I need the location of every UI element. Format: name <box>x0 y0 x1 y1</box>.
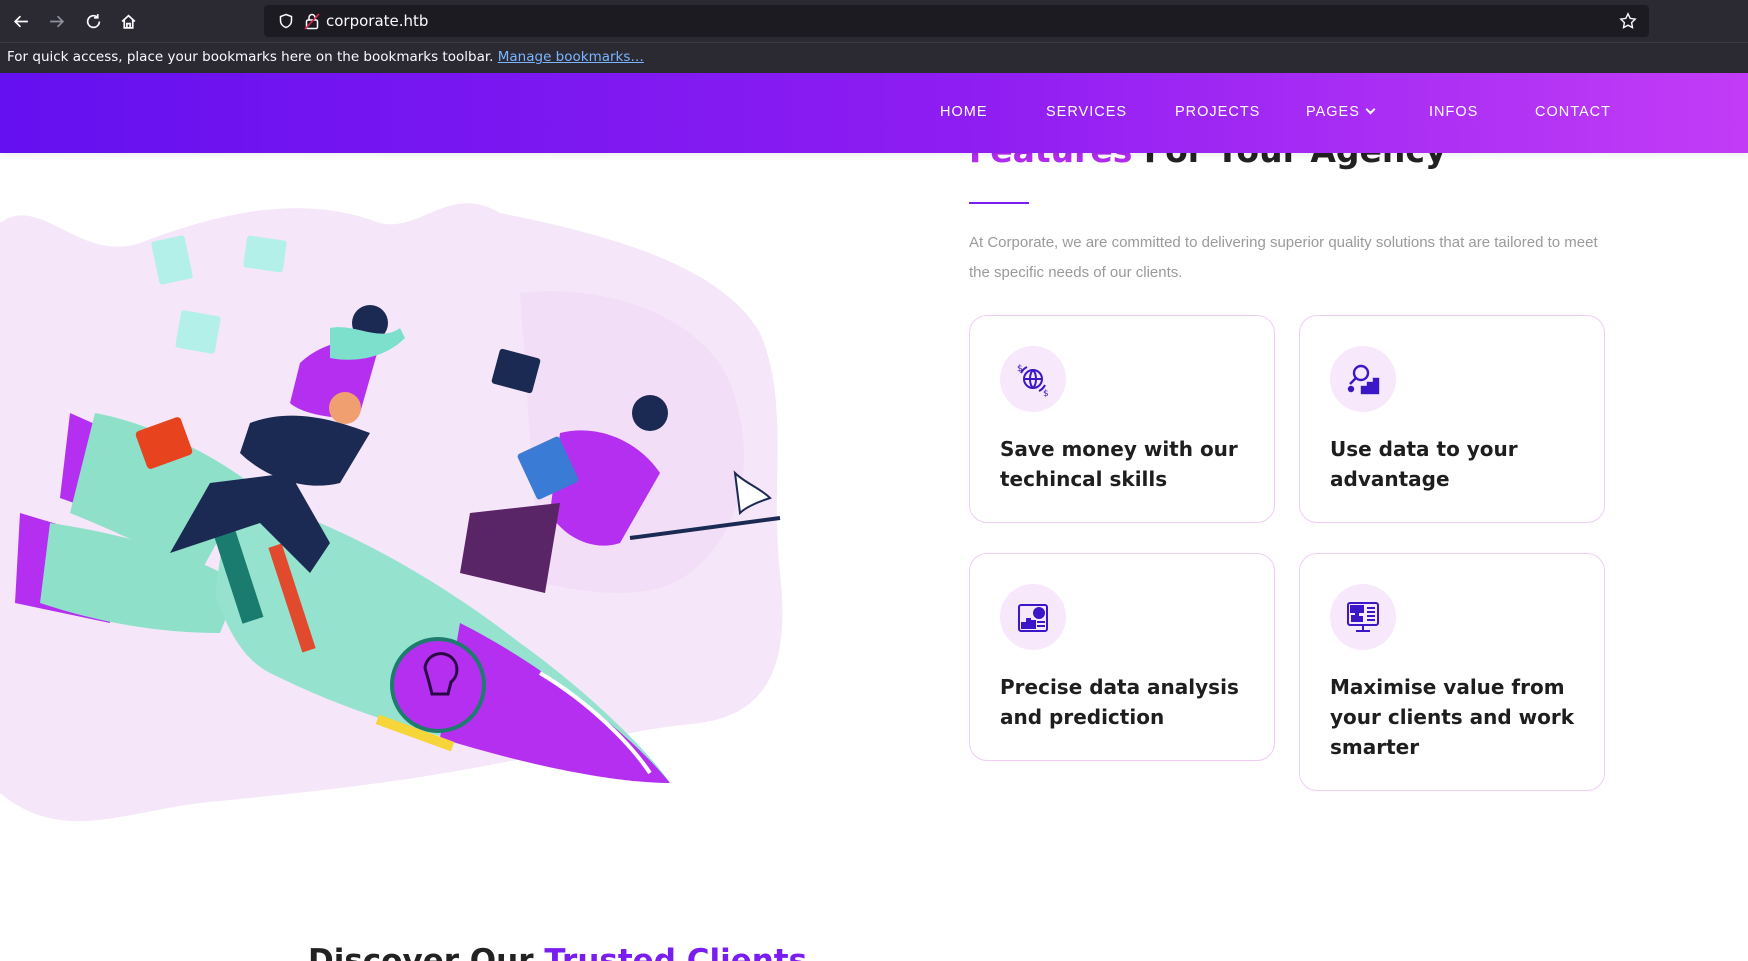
nav-pages-label: PAGES <box>1306 104 1360 120</box>
report-chart-icon <box>1000 584 1066 650</box>
manage-bookmarks-link[interactable]: Manage bookmarks… <box>498 49 644 65</box>
rocket-team-illustration <box>0 203 783 822</box>
nav-projects[interactable]: PROJECTS <box>1175 104 1260 120</box>
shield-icon[interactable] <box>278 13 294 29</box>
browser-toolbar: corporate.htb <box>0 0 1748 42</box>
back-arrow-icon[interactable] <box>8 8 34 34</box>
title-divider <box>969 202 1029 204</box>
reload-icon[interactable] <box>80 8 106 34</box>
nav-pages[interactable]: PAGES <box>1306 104 1376 120</box>
feature-card[interactable]: $ $ Save money with our techincal skills <box>969 315 1275 523</box>
nav-services[interactable]: SERVICES <box>1046 104 1127 120</box>
data-search-icon <box>1330 346 1396 412</box>
chevron-down-icon <box>1365 104 1376 115</box>
lock-icon[interactable] <box>304 12 320 30</box>
svg-text:$: $ <box>1017 364 1023 374</box>
feature-card-title: Save money with our techincal skills <box>1000 437 1238 491</box>
paper <box>175 310 221 354</box>
web-page: HOME SERVICES PROJECTS PAGES INFOS CONTA… <box>0 73 1748 961</box>
features-lead: At Corporate, we are committed to delive… <box>969 234 1598 281</box>
ads-monitor-icon <box>1330 584 1396 650</box>
bookmarks-message: For quick access, place your bookmarks h… <box>7 49 644 65</box>
person-head <box>632 395 668 431</box>
feature-card-title: Precise data analysis and prediction <box>1000 675 1239 729</box>
paper <box>243 235 287 273</box>
nav-home[interactable]: HOME <box>940 104 988 120</box>
clients-title: Discover Our Trusted Clients <box>308 943 807 961</box>
nav-contact[interactable]: CONTACT <box>1535 104 1611 120</box>
clients-title-plain: Discover Our <box>308 943 545 961</box>
forward-arrow-icon[interactable] <box>43 8 69 34</box>
svg-text:$: $ <box>1043 389 1049 399</box>
feature-card-title: Maximise value from your clients and wor… <box>1330 675 1575 759</box>
site-header: HOME SERVICES PROJECTS PAGES INFOS CONTA… <box>0 73 1748 153</box>
person-head <box>329 392 361 424</box>
bookmarks-toolbar: For quick access, place your bookmarks h… <box>0 42 1748 73</box>
feature-card[interactable]: Maximise value from your clients and wor… <box>1299 553 1605 791</box>
feature-card[interactable]: Use data to your advantage <box>1299 315 1605 523</box>
feature-card[interactable]: Precise data analysis and prediction <box>969 553 1275 761</box>
globe-money-icon: $ $ <box>1000 346 1066 412</box>
star-icon[interactable] <box>1619 12 1637 30</box>
url-text[interactable]: corporate.htb <box>326 12 428 30</box>
url-bar[interactable]: corporate.htb <box>264 5 1649 37</box>
clients-title-accent: Trusted Clients <box>544 943 808 961</box>
bookmarks-message-text: For quick access, place your bookmarks h… <box>7 49 494 65</box>
feature-card-title: Use data to your advantage <box>1330 437 1518 491</box>
nav-infos[interactable]: INFOS <box>1429 104 1478 120</box>
home-icon[interactable] <box>115 8 141 34</box>
